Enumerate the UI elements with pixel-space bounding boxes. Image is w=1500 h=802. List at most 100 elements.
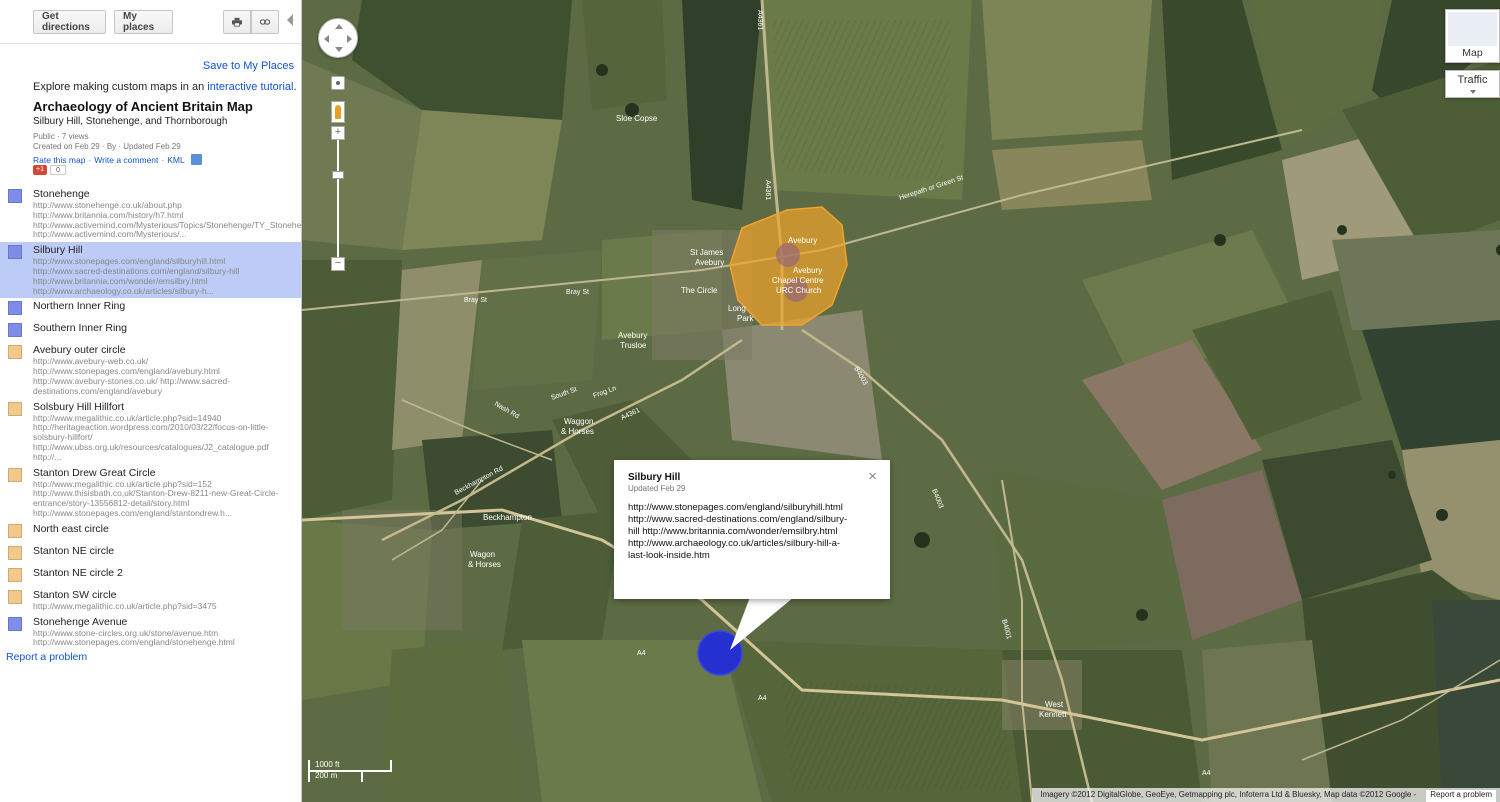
- maps-app: Get directions My places Save to My Plac…: [0, 0, 1500, 802]
- attribution-text: Imagery ©2012 DigitalGlobe, GeoEye, Getm…: [1040, 790, 1417, 799]
- earth-icon[interactable]: [190, 154, 202, 165]
- map-canvas[interactable]: Sloe Copse St James Avebury The Circle A…: [302, 0, 1500, 802]
- place-name[interactable]: Stanton NE circle 2: [33, 565, 301, 580]
- chevron-down-icon: [1470, 90, 1476, 94]
- northern-inner-ring-overlay[interactable]: [776, 243, 800, 267]
- place-item[interactable]: Stonehenge Avenue http://www.stone-circle…: [0, 614, 301, 651]
- pegman-icon[interactable]: [331, 101, 345, 123]
- scale-label-m: 200 m: [315, 771, 338, 780]
- label-bray-st-2: Bray St: [566, 289, 589, 296]
- place-name[interactable]: Northern Inner Ring: [33, 298, 301, 313]
- place-item[interactable]: Solsbury Hill Hillfort http://www.megalit…: [0, 399, 301, 465]
- place-color-swatch-icon[interactable]: [8, 616, 22, 631]
- label-avebury-trusloe-2: Trusloe: [620, 341, 647, 350]
- plusone-count: 0: [49, 165, 66, 175]
- map-attribution: Imagery ©2012 DigitalGlobe, GeoEye, Getm…: [1032, 788, 1500, 802]
- traffic-button[interactable]: Traffic: [1445, 70, 1500, 98]
- place-item[interactable]: Stanton SW circle http://www.megalithic.c…: [0, 587, 301, 614]
- report-problem-link[interactable]: Report a problem: [6, 651, 87, 663]
- sidebar-panel: Get directions My places Save to My Plac…: [0, 0, 302, 802]
- place-name[interactable]: Solsbury Hill Hillfort: [33, 399, 301, 414]
- place-color-swatch-icon[interactable]: [8, 589, 22, 604]
- printer-icon: [232, 17, 242, 27]
- pan-control[interactable]: [318, 18, 358, 58]
- map-type-label: Map: [1462, 47, 1483, 59]
- zoom-slider-track[interactable]: [337, 137, 339, 265]
- collapse-panel-icon[interactable]: [287, 14, 293, 26]
- place-name[interactable]: Silbury Hill: [33, 242, 301, 257]
- map-subtitle: Silbury Hill, Stonehenge, and Thornborou…: [33, 116, 228, 127]
- place-item[interactable]: North east circle: [0, 521, 301, 543]
- place-item[interactable]: Stanton NE circle: [0, 543, 301, 565]
- kml-link[interactable]: KML: [167, 155, 184, 165]
- place-color-swatch-icon[interactable]: [8, 567, 22, 582]
- map-report-problem-link[interactable]: Report a problem: [1426, 790, 1496, 802]
- place-item[interactable]: Avebury outer circle http://www.avebury-w…: [0, 342, 301, 398]
- label-the-circle: The Circle: [681, 286, 718, 295]
- satellite-imagery: Sloe Copse St James Avebury The Circle A…: [302, 0, 1500, 802]
- pan-left-icon[interactable]: [324, 35, 329, 43]
- place-name[interactable]: Stonehenge: [33, 186, 301, 201]
- zoom-out-button[interactable]: −: [331, 257, 345, 271]
- place-color-swatch-icon[interactable]: [8, 345, 22, 360]
- label-longleat: Long: [728, 304, 746, 313]
- place-name[interactable]: Avebury outer circle: [33, 342, 301, 357]
- place-color-swatch-icon[interactable]: [8, 401, 22, 416]
- place-color-swatch-icon[interactable]: [8, 323, 22, 338]
- place-color-swatch-icon[interactable]: [8, 189, 22, 203]
- save-to-my-places-link[interactable]: Save to My Places: [203, 60, 294, 72]
- tutorial-prompt: Explore making custom maps in an interac…: [33, 81, 297, 93]
- zoom-slider-handle[interactable]: [332, 171, 344, 179]
- place-name[interactable]: Stanton NE circle: [33, 543, 301, 558]
- link-button[interactable]: [251, 10, 279, 34]
- place-description: http://www.megalithic.co.uk/article.php?…: [33, 479, 279, 518]
- place-name[interactable]: Stanton Drew Great Circle: [33, 465, 301, 480]
- write-comment-link[interactable]: Write a comment: [94, 155, 158, 165]
- label-a4-b: A4: [758, 695, 767, 702]
- label-waggon-2: & Horses: [561, 427, 594, 436]
- place-color-swatch-icon[interactable]: [8, 301, 22, 316]
- my-places-button[interactable]: My places: [114, 10, 173, 34]
- interactive-tutorial-link[interactable]: interactive tutorial: [207, 81, 293, 93]
- place-item[interactable]: Stonehenge http://www.stonehenge.co.uk/ab…: [0, 186, 302, 242]
- place-color-swatch-icon[interactable]: [8, 245, 22, 260]
- place-name[interactable]: Southern Inner Ring: [33, 320, 301, 335]
- place-description: http://www.megalithic.co.uk/article.php?…: [33, 601, 217, 611]
- label-park: Park: [737, 314, 754, 323]
- map-meta-views: Public · 7 views: [33, 132, 89, 141]
- pan-right-icon[interactable]: [347, 35, 352, 43]
- label-sloe-copse: Sloe Copse: [616, 114, 658, 123]
- map-actions: Rate this map · Write a comment · KML: [33, 154, 202, 165]
- label-st-james: St James: [690, 248, 723, 257]
- plusone-button[interactable]: +1: [33, 165, 47, 175]
- place-item[interactable]: Southern Inner Ring: [0, 320, 301, 342]
- get-directions-button[interactable]: Get directions: [33, 10, 106, 34]
- rate-map-link[interactable]: Rate this map: [33, 155, 85, 165]
- label-wagon-2: & Horses: [468, 560, 501, 569]
- label-avebury-2: Avebury: [793, 266, 822, 275]
- place-item[interactable]: Stanton Drew Great Circle http://www.mega…: [0, 465, 301, 521]
- place-color-swatch-icon[interactable]: [8, 467, 22, 482]
- plusone-widget: +1 0: [33, 165, 66, 175]
- map-type-button[interactable]: Map: [1445, 9, 1500, 63]
- map-meta-dates: Created on Feb 29 · By · Updated Feb 29: [33, 142, 181, 151]
- zoom-in-button[interactable]: +: [331, 126, 345, 140]
- pan-down-icon[interactable]: [335, 47, 343, 52]
- traffic-label: Traffic: [1457, 74, 1488, 86]
- place-item[interactable]: Stanton NE circle 2: [0, 565, 301, 587]
- label-a4361-b: A4361: [764, 180, 771, 200]
- place-item[interactable]: Northern Inner Ring: [0, 298, 301, 320]
- print-button[interactable]: [223, 10, 251, 34]
- place-name[interactable]: Stanton SW circle: [33, 587, 301, 602]
- place-description: http://www.stonehenge.co.uk/about.php ht…: [33, 201, 302, 240]
- info-window-body: http://www.stonepages.com/england/silbur…: [628, 502, 848, 561]
- place-color-swatch-icon[interactable]: [8, 523, 22, 538]
- place-color-swatch-icon[interactable]: [8, 545, 22, 560]
- label-bray-st: Bray St: [464, 297, 487, 304]
- my-location-button[interactable]: [331, 76, 345, 90]
- place-item[interactable]: Silbury Hill http://www.stonepages.com/en…: [0, 242, 301, 299]
- place-name[interactable]: North east circle: [33, 521, 301, 536]
- place-name[interactable]: Stonehenge Avenue: [33, 614, 301, 629]
- close-icon[interactable]: ×: [868, 469, 877, 484]
- pan-up-icon[interactable]: [335, 24, 343, 29]
